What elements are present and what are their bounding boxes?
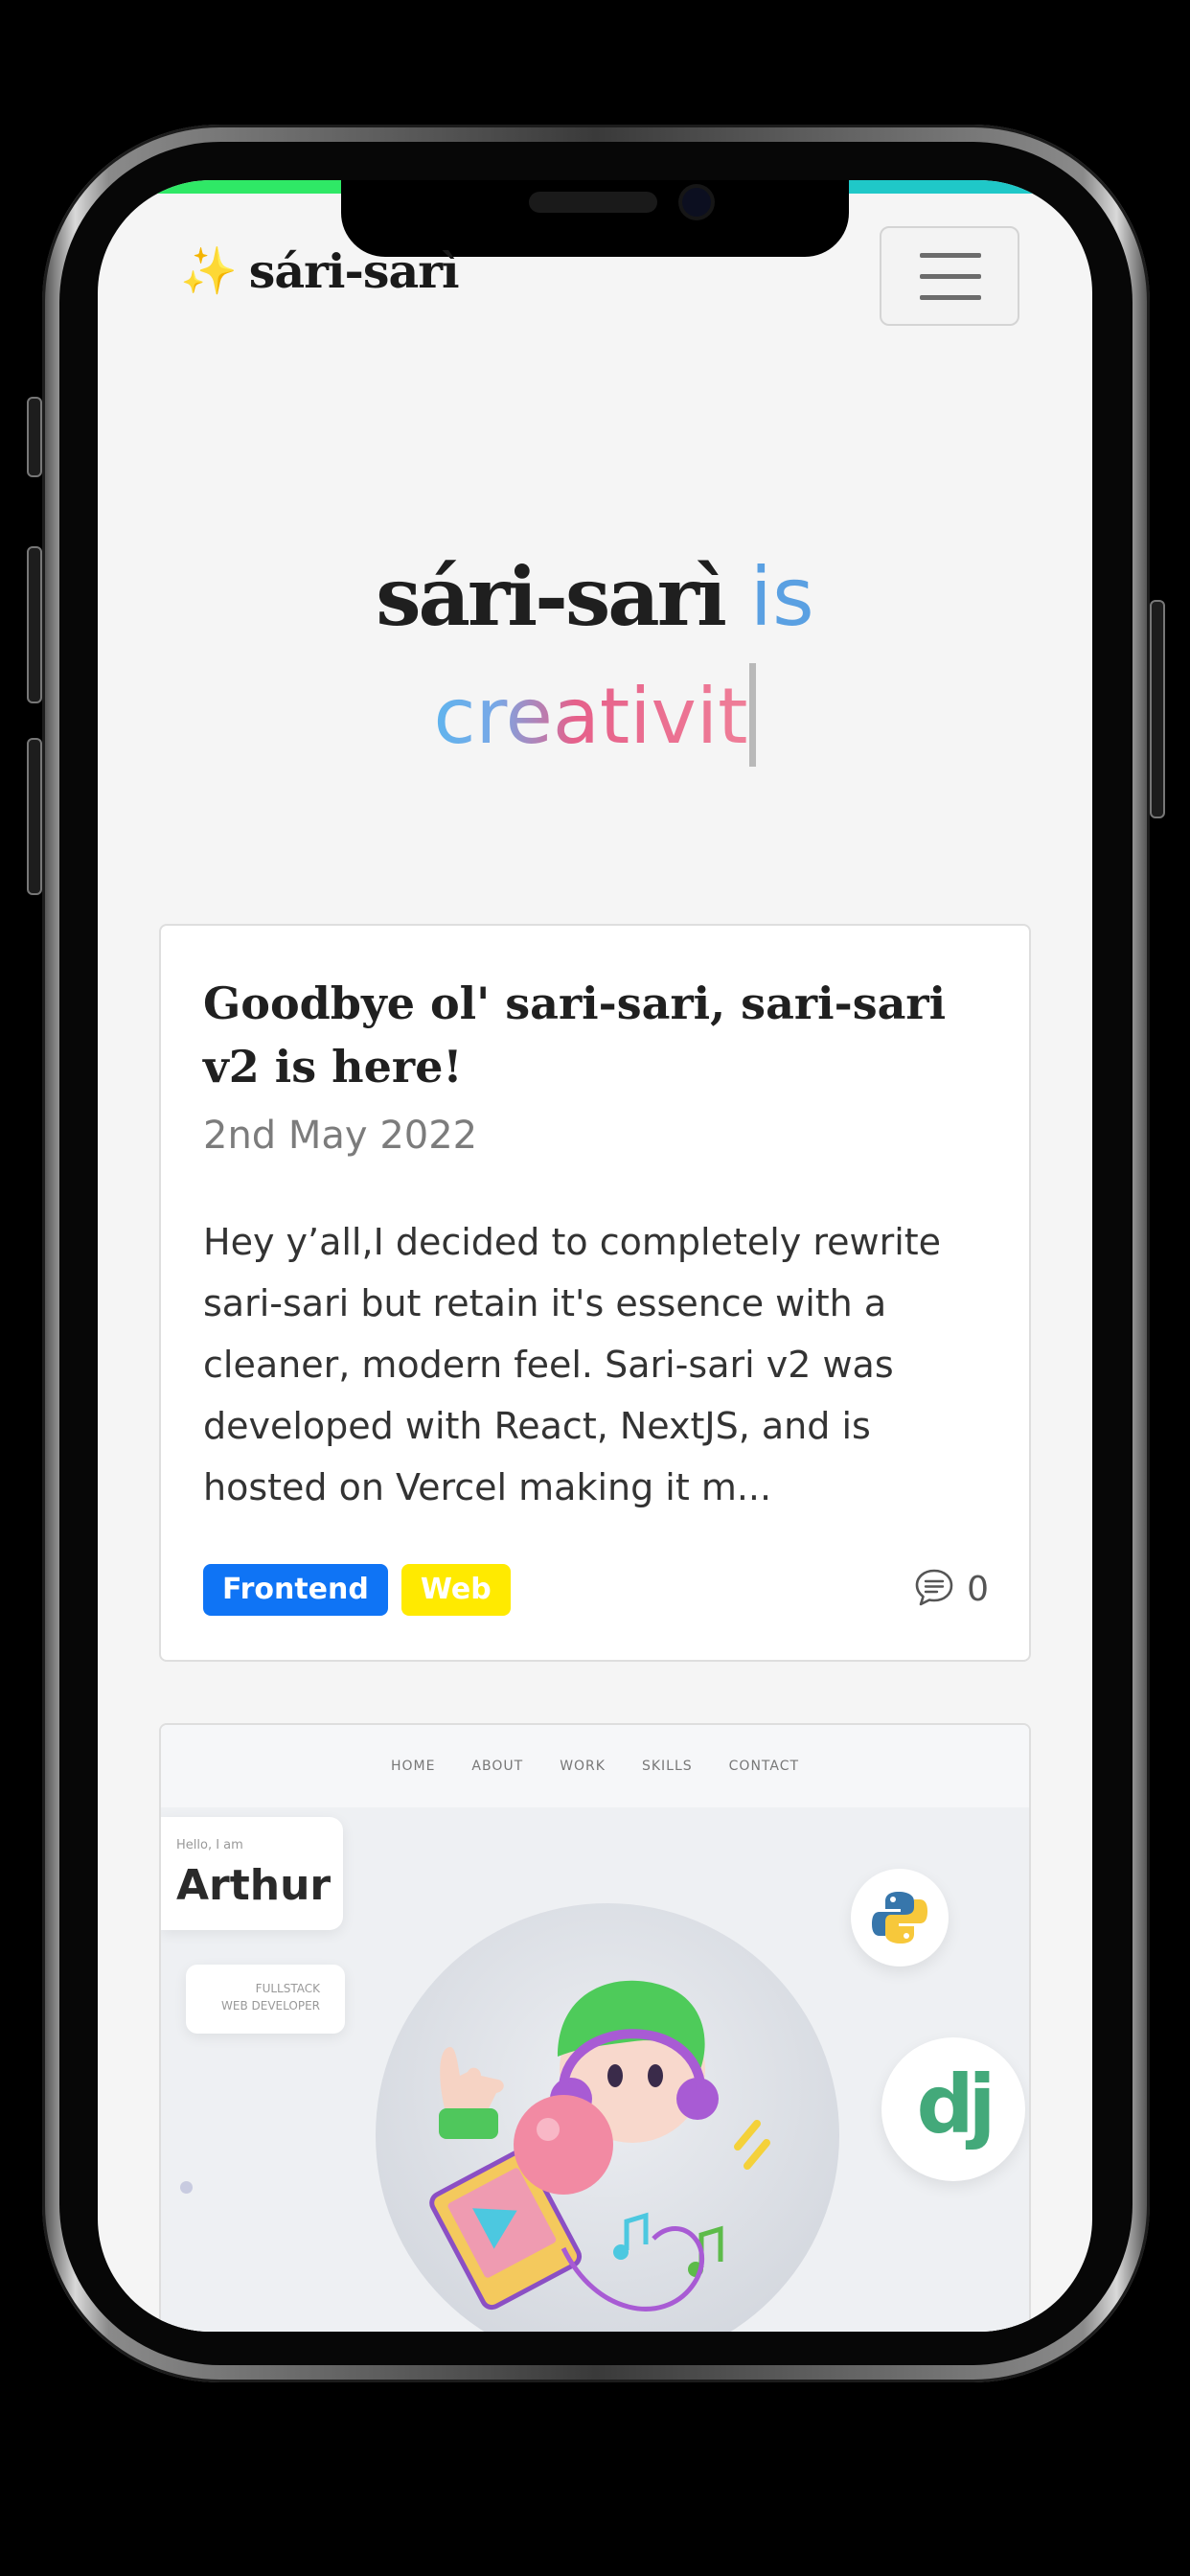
preview-illustration — [376, 1903, 839, 2332]
django-logo-text: dj — [916, 2058, 996, 2151]
volume-down-button — [27, 738, 42, 895]
preview-hello-card: Hello, I am Arthur — [161, 1817, 343, 1930]
post-card[interactable]: Goodbye ol' sari-sari, sari-sari v2 is h… — [159, 924, 1031, 1662]
volume-up-button — [27, 546, 42, 703]
python-logo-icon — [851, 1869, 949, 1966]
post-tags: Frontend Web — [203, 1564, 511, 1616]
sparkles-icon: ✨ — [180, 244, 238, 298]
post-title[interactable]: Goodbye ol' sari-sari, sari-sari v2 is h… — [203, 972, 989, 1098]
comment-counter[interactable]: 0 — [913, 1566, 989, 1612]
hero-connector: is — [749, 550, 814, 644]
preview-hello-text: Hello, I am — [176, 1838, 243, 1852]
comment-count: 0 — [967, 1569, 989, 1609]
hero-brand: sári-sarì — [376, 549, 727, 644]
phone-screen: ✨ sári-sarì sári-sarì is creativit Goodb… — [98, 180, 1092, 2332]
preview-image: Hello, I am Arthur FULLSTACK WEB DEVELOP… — [161, 1807, 1029, 2332]
preview-role-line2: WEB DEVELOPER — [221, 1999, 320, 2012]
preview-nav-skills: SKILLS — [641, 1759, 693, 1774]
speaker — [529, 192, 657, 213]
django-logo-icon: dj — [881, 2037, 1025, 2181]
hamburger-menu-button[interactable] — [880, 226, 1019, 326]
tag-web[interactable]: Web — [400, 1564, 511, 1616]
preview-name: Arthur — [176, 1861, 332, 1910]
tag-frontend[interactable]: Frontend — [203, 1564, 388, 1616]
preview-nav-contact: CONTACT — [728, 1759, 800, 1774]
preview-nav-home: HOME — [390, 1759, 436, 1774]
preview-nav-about: ABOUT — [471, 1759, 524, 1774]
site-logo[interactable]: ✨ sári-sarì — [180, 243, 460, 299]
preview-role-card: FULLSTACK WEB DEVELOPER — [186, 1965, 345, 2034]
hero-heading: sári-sarì is creativit — [98, 544, 1092, 774]
post-card-image[interactable]: HOME ABOUT WORK SKILLS CONTACT Hello, I … — [159, 1723, 1031, 2332]
hero-typing-word: creativit — [433, 672, 748, 761]
power-button — [1150, 600, 1165, 818]
post-date: 2nd May 2022 — [203, 1114, 478, 1158]
comment-icon — [913, 1566, 955, 1612]
typing-cursor — [749, 663, 757, 768]
status-accent-right — [843, 180, 1092, 194]
preview-nav: HOME ABOUT WORK SKILLS CONTACT — [161, 1725, 1029, 1807]
preview-nav-work: WORK — [560, 1759, 606, 1774]
post-excerpt: Hey y’all,I decided to completely rewrit… — [203, 1221, 942, 1508]
status-accent-left — [98, 180, 347, 194]
mute-switch — [27, 397, 42, 477]
preview-role-line1: FULLSTACK — [255, 1982, 320, 1995]
preview-dot — [180, 2181, 193, 2194]
logo-text: sári-sarì — [248, 243, 460, 299]
front-camera — [682, 188, 711, 217]
